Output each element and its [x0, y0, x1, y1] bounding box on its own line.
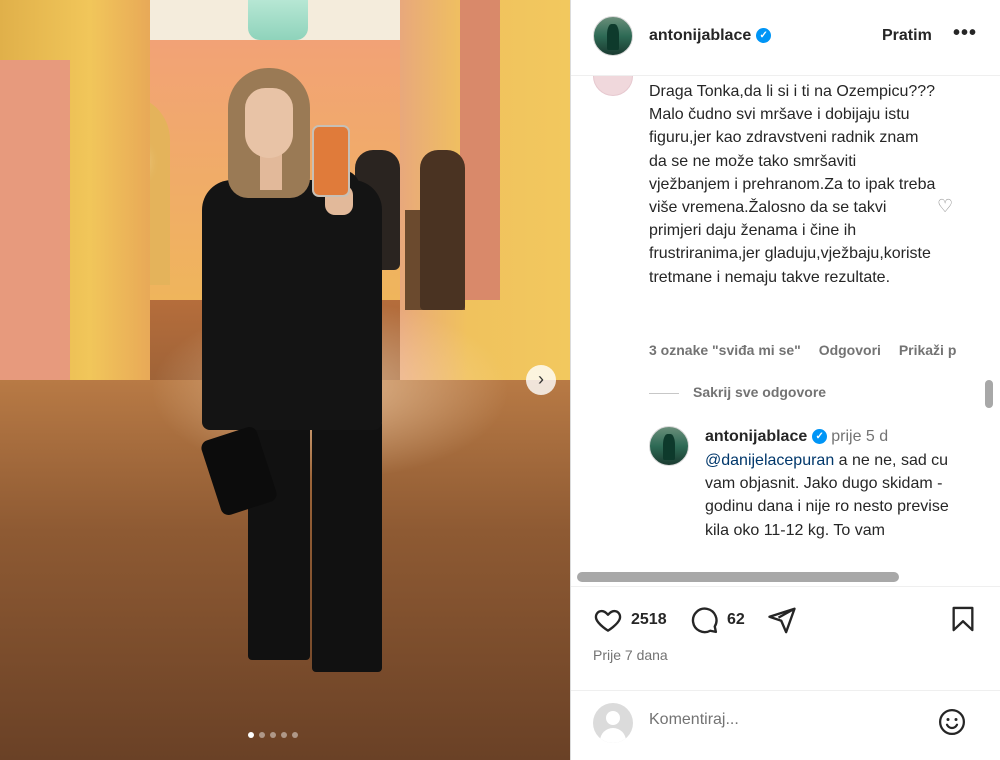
more-options-icon[interactable]: ••• — [953, 22, 977, 45]
share-action[interactable] — [767, 605, 797, 635]
photo-column-right — [460, 0, 500, 300]
carousel-dots — [248, 732, 298, 738]
carousel-dot — [259, 732, 265, 738]
heart-icon — [594, 609, 622, 632]
replies-divider — [649, 392, 679, 394]
like-action[interactable]: 2518 — [593, 605, 667, 635]
hide-replies-label: Sakrij sve odgovore — [693, 384, 827, 400]
hide-replies-button[interactable]: Sakrij sve odgovore — [649, 384, 826, 400]
carousel-dot — [270, 732, 276, 738]
reply-header: antonijablace ✓ prije 5 d — [705, 428, 888, 446]
photo-phone — [312, 125, 350, 197]
author-username[interactable]: antonijablace — [649, 27, 751, 44]
chevron-right-icon: › — [538, 369, 544, 389]
comment-text: Draga Tonka,da li si i ti na Ozempicu???… — [649, 83, 936, 286]
reply-timestamp: prije 5 d — [831, 428, 889, 445]
comment-likes-count[interactable]: 3 oznake "sviđa mi se" — [649, 342, 801, 358]
comment-translate-button[interactable]: Prikaži p — [899, 342, 957, 358]
post-side-panel: antonijablace ✓ Pratim ••• Draga Tonka,da… — [570, 0, 1000, 760]
verified-badge-icon: ✓ — [812, 429, 828, 445]
add-comment-bar — [571, 690, 1000, 760]
send-icon — [768, 607, 796, 634]
comment-input[interactable] — [649, 711, 919, 729]
comments-horizontal-scrollbar[interactable] — [577, 572, 899, 582]
verified-badge-icon: ✓ — [756, 28, 772, 44]
comments-vertical-scrollbar[interactable] — [985, 380, 993, 408]
carousel-dot — [292, 732, 298, 738]
comment-action[interactable]: 62 — [689, 605, 745, 635]
photo-person-leg-right — [312, 420, 382, 672]
comments-count: 62 — [727, 611, 745, 628]
comments-list[interactable]: Draga Tonka,da li si i ti na Ozempicu???… — [571, 76, 983, 566]
reply-text: @danijelacepuran a ne ne, sad cu vam obj… — [705, 449, 950, 542]
emoji-icon[interactable] — [937, 707, 967, 737]
photo-statue — [420, 150, 465, 310]
comment-like-heart-icon[interactable]: ♡ — [937, 196, 953, 217]
commenter-avatar[interactable] — [593, 76, 633, 96]
comment-icon — [691, 607, 718, 634]
bookmark-icon — [952, 606, 974, 632]
reply-author-avatar[interactable] — [649, 426, 689, 466]
carousel-dot — [248, 732, 254, 738]
follow-button[interactable]: Pratim — [882, 27, 932, 45]
post-date[interactable]: Prije 7 dana — [593, 647, 668, 663]
likes-count: 2518 — [631, 611, 667, 628]
photo-chandelier — [248, 0, 308, 40]
current-user-avatar — [593, 703, 633, 743]
photo-person-face — [245, 88, 293, 158]
carousel-dot — [281, 732, 287, 738]
reply-author-username[interactable]: antonijablace — [705, 428, 807, 445]
post-photo: › — [0, 0, 570, 760]
comment-reply-button[interactable]: Odgovori — [819, 342, 881, 358]
carousel-next-button[interactable]: › — [526, 365, 556, 395]
author-avatar[interactable] — [593, 16, 633, 56]
save-action[interactable] — [949, 605, 977, 633]
reply-mention-link[interactable]: @danijelacepuran — [705, 452, 834, 469]
comment-meta: 3 oznake "sviđa mi se" Odgovori Prikaži … — [649, 342, 970, 358]
post-header: antonijablace ✓ Pratim ••• — [571, 0, 1000, 76]
post-actions: 2518 62 Prije 7 dana — [571, 586, 1000, 690]
author-username-row[interactable]: antonijablace ✓ — [649, 27, 772, 45]
